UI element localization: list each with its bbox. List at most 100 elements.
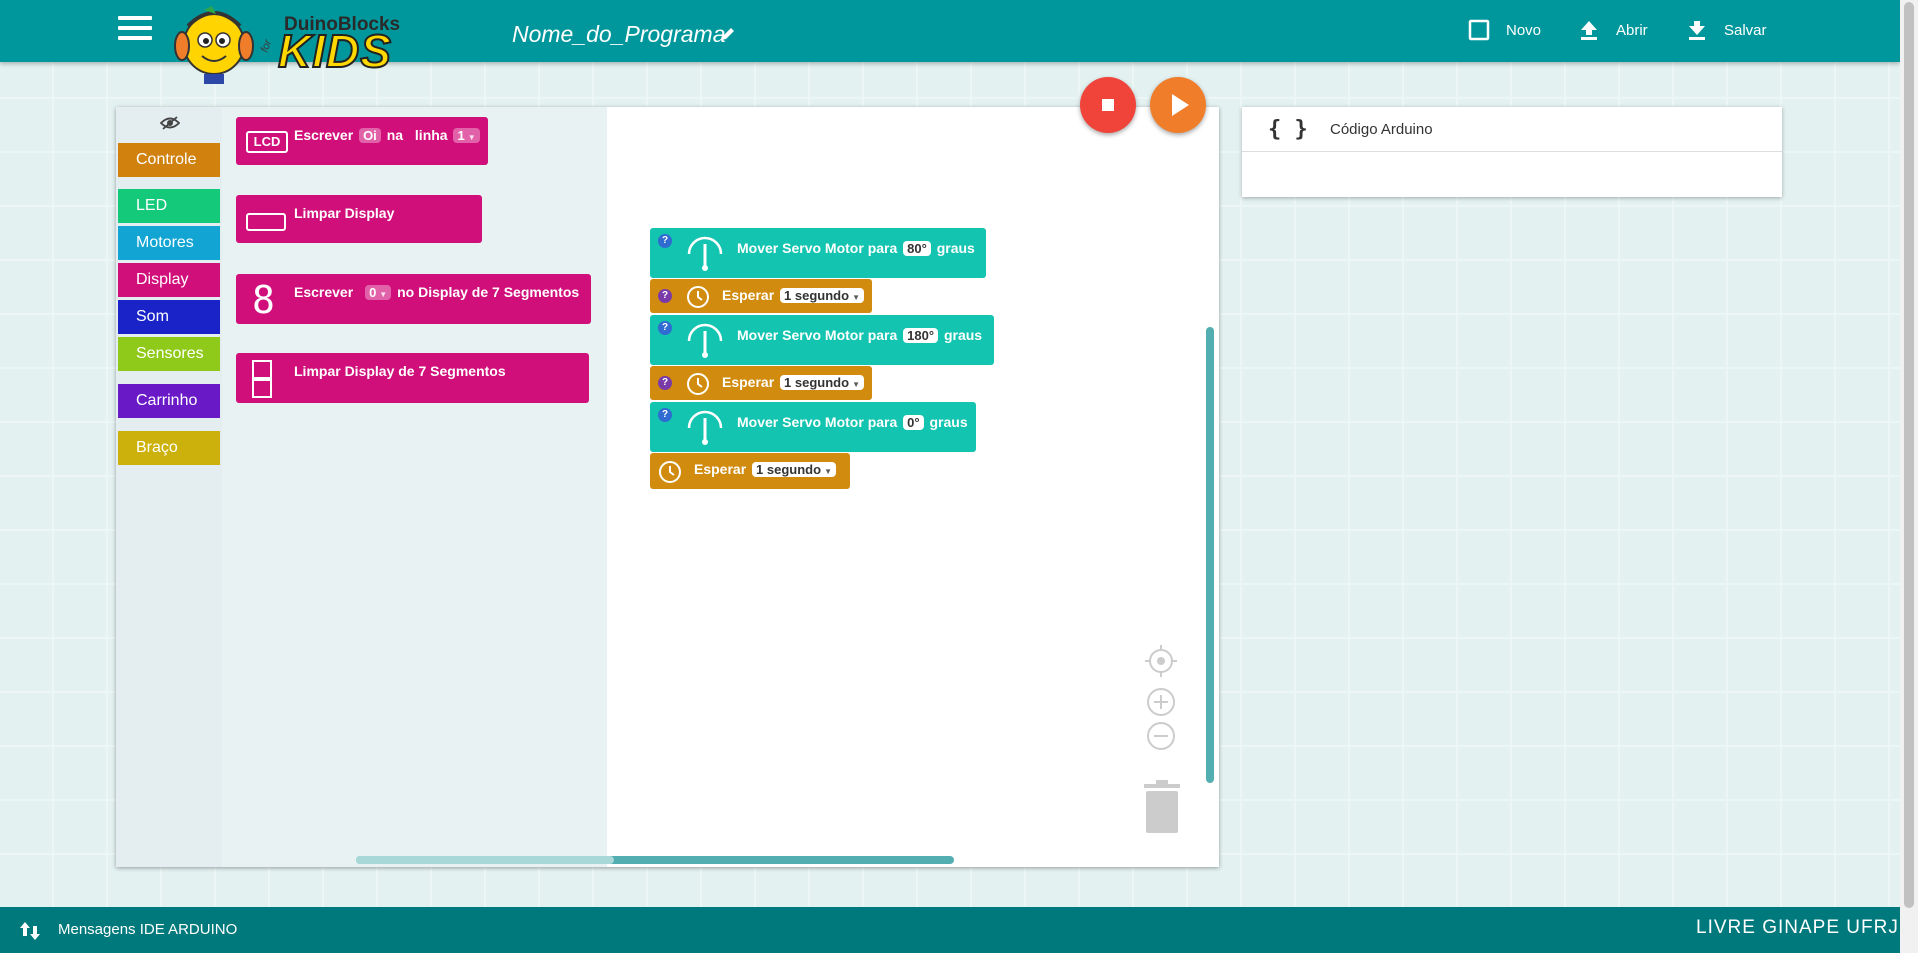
wait-label: Esperar xyxy=(722,374,775,390)
seg-value-dropdown[interactable]: 0 ▼ xyxy=(365,285,392,300)
category-controle[interactable]: Controle xyxy=(118,143,220,177)
page-scrollbar-thumb[interactable] xyxy=(1904,2,1914,908)
wait-block-1[interactable]: ? Esperar 1 segundo ▼ xyxy=(650,279,872,313)
duinoblocks-kids-logo: DuinoBlocks for KIDS xyxy=(172,2,412,88)
clock-icon xyxy=(659,461,681,483)
seven-segment-empty-icon xyxy=(252,360,272,398)
messages-label: Mensagens IDE ARDUINO xyxy=(58,921,238,938)
swap-vertical-icon[interactable] xyxy=(18,919,42,943)
lcd-text-field[interactable]: Oi xyxy=(359,128,381,143)
wait-label: Esperar xyxy=(694,461,747,477)
servo-angle-field[interactable]: 80° xyxy=(903,241,931,256)
code-braces-icon: { } xyxy=(1268,116,1308,142)
program-name-title[interactable]: Nome_do_Programa xyxy=(512,21,726,48)
save-button-label: Salvar xyxy=(1724,21,1767,39)
category-som[interactable]: Som xyxy=(118,300,220,334)
logo-for-text: for xyxy=(258,37,275,55)
open-button-label: Abrir xyxy=(1616,21,1648,39)
upload-icon xyxy=(1581,21,1597,40)
logo-kids-text: KIDS xyxy=(277,24,392,78)
display-rect-icon xyxy=(246,213,286,231)
help-icon[interactable]: ? xyxy=(658,408,672,422)
dropdown-arrow-icon: ▼ xyxy=(852,293,860,302)
blockly-workspace[interactable]: Controle LED Motores Display Som Sensore… xyxy=(116,77,1219,867)
wait-duration: 1 segundo xyxy=(784,288,850,303)
wait-duration-dropdown[interactable]: 1 segundo ▼ xyxy=(752,462,836,477)
new-button[interactable]: Novo xyxy=(1468,18,1541,42)
lcd-icon: LCD xyxy=(246,131,288,153)
block-flyout: LCD Escrever Oi na linha 1 ▼ Limpar Displ… xyxy=(222,107,607,867)
lcd-write-block[interactable]: LCD Escrever Oi na linha 1 ▼ xyxy=(236,117,488,165)
category-sensores[interactable]: Sensores xyxy=(118,337,220,371)
pencil-edit-icon[interactable] xyxy=(720,26,736,42)
horizontal-scrollbar-track xyxy=(356,856,614,864)
servo-block-1[interactable]: ? Mover Servo Motor para 80° graus xyxy=(650,228,986,278)
help-icon[interactable]: ? xyxy=(658,321,672,335)
credits-logos: LIVRE GINAPE UFRJ xyxy=(1696,917,1899,938)
dropdown-arrow-icon: ▼ xyxy=(852,380,860,389)
wait-duration-dropdown[interactable]: 1 segundo ▼ xyxy=(780,288,864,303)
stop-button[interactable] xyxy=(1080,77,1136,133)
seven-segment-icon: 8 xyxy=(252,278,275,322)
servo-gauge-icon xyxy=(687,236,723,271)
servo-label: Mover Servo Motor para xyxy=(737,327,898,343)
servo-block-2[interactable]: ? Mover Servo Motor para 180° graus xyxy=(650,315,994,365)
servo-unit: graus xyxy=(929,414,968,430)
recenter-icon[interactable] xyxy=(1144,644,1178,678)
top-app-bar: DuinoBlocks for KIDS Nome_do_Programa No… xyxy=(0,0,1900,84)
dropdown-arrow-icon: ▼ xyxy=(379,290,388,299)
category-braco[interactable]: Braço xyxy=(118,431,220,465)
toolbox: Controle LED Motores Display Som Sensore… xyxy=(116,107,224,867)
servo-gauge-icon xyxy=(687,410,723,445)
trash-icon[interactable] xyxy=(1142,779,1182,835)
download-icon xyxy=(1689,21,1705,40)
category-carrinho[interactable]: Carrinho xyxy=(118,384,220,418)
save-button[interactable]: Salvar xyxy=(1686,18,1767,42)
servo-block-3[interactable]: ? Mover Servo Motor para 0° graus xyxy=(650,402,976,452)
play-button[interactable] xyxy=(1150,77,1206,133)
wait-duration: 1 segundo xyxy=(756,462,822,477)
category-display[interactable]: Display xyxy=(118,263,220,297)
lcd-clear-text: Limpar Display xyxy=(294,205,395,221)
page-scrollbar[interactable] xyxy=(1900,0,1918,953)
open-button[interactable]: Abrir xyxy=(1578,18,1648,42)
horizontal-scrollbar[interactable] xyxy=(356,856,954,864)
seg-clear-block[interactable]: Limpar Display de 7 Segmentos xyxy=(236,353,589,403)
stop-icon xyxy=(1102,99,1114,111)
code-panel-header[interactable]: { } Código Arduino xyxy=(1242,107,1782,152)
lcd-clear-block[interactable]: Limpar Display xyxy=(236,195,482,243)
clock-icon xyxy=(687,286,709,308)
clock-icon xyxy=(687,373,709,395)
servo-label: Mover Servo Motor para xyxy=(737,414,898,430)
seg-clear-text: Limpar Display de 7 Segmentos xyxy=(294,363,506,379)
servo-unit: graus xyxy=(943,327,983,343)
servo-unit: graus xyxy=(936,240,975,256)
help-icon[interactable]: ? xyxy=(658,289,672,303)
hide-eye-icon[interactable] xyxy=(160,115,180,131)
wait-duration-dropdown[interactable]: 1 segundo ▼ xyxy=(780,375,864,390)
seg-write-text: Escrever xyxy=(294,284,354,300)
hamburger-menu-button[interactable] xyxy=(118,16,152,42)
zoom-out-icon[interactable] xyxy=(1146,721,1176,751)
seg-write-block[interactable]: 8 Escrever 0 ▼ no Display de 7 Segmentos xyxy=(236,274,591,324)
help-icon[interactable]: ? xyxy=(658,376,672,390)
vertical-scrollbar[interactable] xyxy=(1206,327,1214,783)
code-panel-title: Código Arduino xyxy=(1330,120,1433,138)
category-motores[interactable]: Motores xyxy=(118,226,220,260)
zoom-in-icon[interactable] xyxy=(1146,687,1176,717)
wait-label: Esperar xyxy=(722,287,775,303)
wait-block-3[interactable]: Esperar 1 segundo ▼ xyxy=(650,453,850,489)
messages-bar[interactable]: Mensagens IDE ARDUINO LIVRE GINAPE UFRJ xyxy=(0,907,1900,953)
wait-duration: 1 segundo xyxy=(784,375,850,390)
dropdown-arrow-icon: ▼ xyxy=(467,133,476,142)
lcd-linha-text: linha xyxy=(414,127,448,143)
help-icon[interactable]: ? xyxy=(658,234,672,248)
servo-angle-field[interactable]: 180° xyxy=(903,328,939,343)
servo-label: Mover Servo Motor para xyxy=(737,240,898,256)
arduino-code-panel: { } Código Arduino xyxy=(1242,107,1782,197)
category-led[interactable]: LED xyxy=(118,189,220,223)
servo-angle-field[interactable]: 0° xyxy=(903,415,924,430)
lcd-line-dropdown[interactable]: 1 ▼ xyxy=(453,128,480,143)
checkbox-icon xyxy=(1468,19,1490,41)
wait-block-2[interactable]: ? Esperar 1 segundo ▼ xyxy=(650,366,872,400)
